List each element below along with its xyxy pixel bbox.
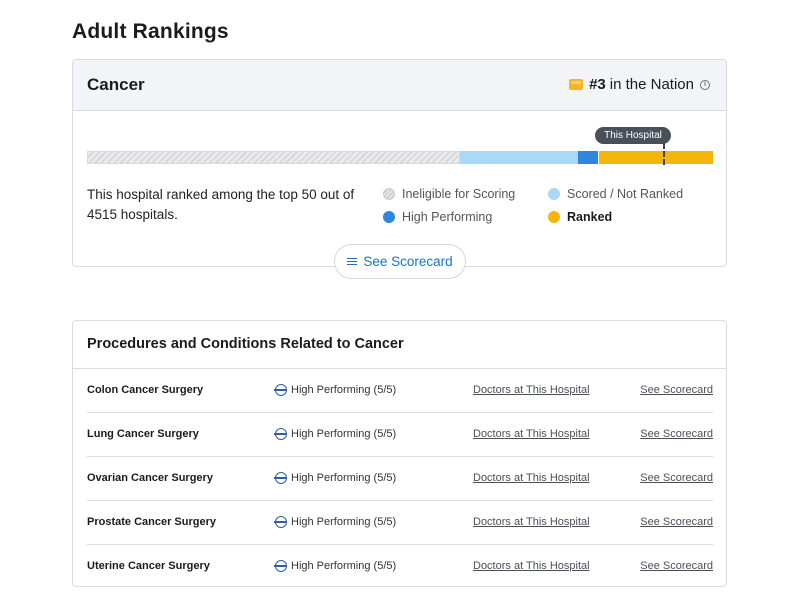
- procedure-name: Lung Cancer Surgery: [87, 428, 199, 440]
- high-performing-icon: [274, 516, 287, 528]
- national-rank: #3 in the Nation i: [569, 76, 710, 93]
- procedure-status-text: High Performing (5/5): [291, 472, 397, 484]
- legend-scored: Scored / Not Ranked: [548, 187, 683, 201]
- bar-segment-ineligible: [87, 151, 460, 164]
- procedure-status-text: High Performing (5/5): [291, 428, 397, 440]
- doctors-link[interactable]: Doctors at This Hospital: [473, 384, 590, 396]
- see-scorecard-link[interactable]: See Scorecard: [640, 560, 713, 572]
- procedures-title: Procedures and Conditions Related to Can…: [87, 336, 404, 352]
- high-performing-icon: [274, 472, 287, 484]
- bar-segment-ranked: [599, 151, 713, 164]
- legend-high-swatch: [383, 211, 395, 223]
- see-scorecard-link[interactable]: See Scorecard: [640, 384, 713, 396]
- high-performing-icon: [274, 560, 287, 572]
- page-title: Adult Rankings: [72, 20, 229, 43]
- specialty-card-header: Cancer #3 in the Nation i: [73, 60, 726, 111]
- procedure-status-text: High Performing (5/5): [291, 384, 397, 396]
- see-scorecard-button[interactable]: See Scorecard: [334, 244, 466, 279]
- legend-scored-label: Scored / Not Ranked: [567, 187, 684, 201]
- legend-ranked: Ranked: [548, 210, 612, 224]
- table-row: Prostate Cancer Surgery High Performing …: [87, 501, 713, 545]
- list-icon: [347, 257, 358, 266]
- procedures-card: Procedures and Conditions Related to Can…: [72, 320, 727, 587]
- medal-icon: [569, 79, 584, 90]
- procedure-name: Uterine Cancer Surgery: [87, 560, 210, 572]
- rank-number: #3: [589, 76, 606, 93]
- procedure-name: Colon Cancer Surgery: [87, 384, 204, 396]
- rank-text: in the Nation: [609, 76, 694, 93]
- table-row: Colon Cancer Surgery High Performing (5/…: [87, 369, 713, 413]
- procedure-status: High Performing (5/5): [274, 472, 397, 484]
- info-icon[interactable]: i: [700, 79, 710, 90]
- procedure-status-text: High Performing (5/5): [291, 516, 397, 528]
- hospital-marker-label: This Hospital: [595, 127, 671, 144]
- ranking-summary: This hospital ranked among the top 50 ou…: [87, 187, 355, 222]
- procedure-status: High Performing (5/5): [274, 516, 397, 528]
- procedure-status: High Performing (5/5): [274, 428, 397, 440]
- specialty-card: Cancer #3 in the Nation i This Hospital …: [72, 59, 727, 279]
- see-scorecard-link[interactable]: See Scorecard: [640, 472, 713, 484]
- doctors-link[interactable]: Doctors at This Hospital: [473, 428, 590, 440]
- bar-segment-high-performing: [578, 151, 598, 164]
- bar-segment-scored: [460, 151, 578, 164]
- high-performing-icon: [274, 384, 287, 396]
- high-performing-icon: [274, 428, 287, 440]
- specialty-title: Cancer: [87, 75, 145, 94]
- table-row: Ovarian Cancer Surgery High Performing (…: [87, 457, 713, 501]
- doctors-link[interactable]: Doctors at This Hospital: [473, 560, 590, 572]
- table-row: Uterine Cancer Surgery High Performing (…: [87, 545, 713, 589]
- procedure-status-text: High Performing (5/5): [291, 560, 397, 572]
- legend-high-performing: High Performing: [383, 210, 492, 224]
- hospital-marker-line: [663, 143, 665, 165]
- ranking-bar: This Hospital: [87, 127, 713, 165]
- see-scorecard-label: See Scorecard: [363, 254, 453, 269]
- legend-scored-swatch: [548, 188, 560, 200]
- doctors-link[interactable]: Doctors at This Hospital: [473, 516, 590, 528]
- procedure-name: Ovarian Cancer Surgery: [87, 472, 213, 484]
- doctors-link[interactable]: Doctors at This Hospital: [473, 472, 590, 484]
- legend-ranked-label: Ranked: [567, 210, 613, 224]
- see-scorecard-link[interactable]: See Scorecard: [640, 428, 713, 440]
- legend-ineligible-label: Ineligible for Scoring: [402, 187, 516, 201]
- legend-ineligible-swatch: [383, 188, 395, 200]
- table-row: Lung Cancer Surgery High Performing (5/5…: [87, 413, 713, 457]
- procedure-status: High Performing (5/5): [274, 560, 397, 572]
- legend-ineligible: Ineligible for Scoring: [383, 187, 515, 201]
- legend-high-label: High Performing: [402, 210, 493, 224]
- see-scorecard-link[interactable]: See Scorecard: [640, 516, 713, 528]
- legend-ranked-swatch: [548, 211, 560, 223]
- procedure-status: High Performing (5/5): [274, 384, 397, 396]
- procedure-name: Prostate Cancer Surgery: [87, 516, 216, 528]
